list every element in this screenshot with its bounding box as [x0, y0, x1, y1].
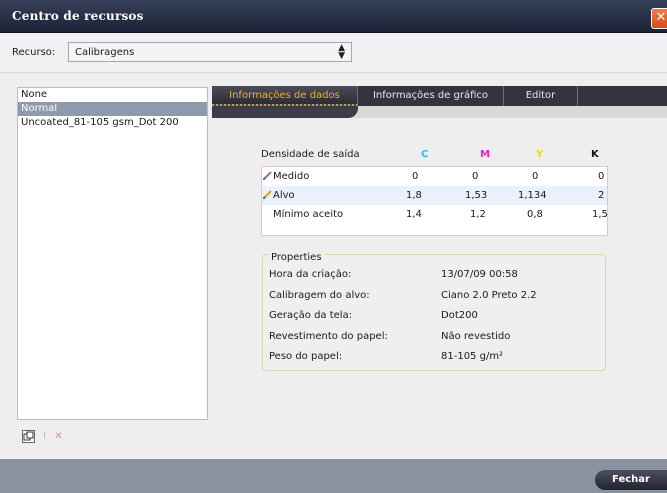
delete-icon[interactable]: ✕ [52, 430, 65, 443]
pencil-icon [263, 190, 272, 202]
close-window-button[interactable]: ✕ [651, 8, 667, 29]
density-row-target: Alvo 1,8 1,53 1,134 2 [262, 186, 607, 205]
properties-legend: Properties [269, 252, 324, 263]
value-m[interactable]: 1,2 [470, 209, 486, 220]
density-body: Medido 0 0 0 0 Alvo 1,8 1,53 1,134 2 Mín… [261, 166, 608, 236]
resource-center-window: Centro de recursos ✕ Recurso: Calibragen… [0, 0, 667, 493]
duplicate-icon[interactable] [22, 430, 35, 443]
density-header: Densidade de saída C M Y K [258, 144, 608, 166]
resource-select[interactable]: Calibragens ▲ ▼ [68, 42, 352, 62]
channel-m: M [480, 149, 490, 160]
property-key: Calibragem do alvo: [269, 290, 370, 301]
pencil-icon [263, 171, 272, 183]
row-label: Medido [273, 171, 310, 182]
value-y: 0 [532, 171, 539, 182]
property-value: Ciano 2.0 Preto 2.2 [441, 290, 537, 301]
resource-label: Recurso: [12, 47, 56, 58]
value-k[interactable]: 1,5 [592, 209, 608, 220]
tab-data-info[interactable]: Informações de dados [212, 86, 358, 106]
value-y[interactable]: 0,8 [527, 209, 543, 220]
list-item-selected[interactable]: Normal [18, 102, 207, 116]
resource-toolbar: Recurso: Calibragens ▲ ▼ [0, 33, 667, 73]
property-value: 13/07/09 00:58 [441, 269, 518, 280]
resource-select-value: Calibragens [75, 47, 135, 58]
property-value: 81-105 g/m² [441, 351, 504, 362]
tab-curl [212, 106, 358, 118]
value-y[interactable]: 1,134 [518, 190, 547, 201]
value-m: 0 [472, 171, 479, 182]
channel-k: K [591, 149, 599, 160]
title-bar: Centro de recursos ✕ [0, 0, 667, 33]
tab-bar: Informações de dados Informações de gráf… [212, 86, 667, 106]
value-c[interactable]: 1,4 [406, 209, 422, 220]
tab-graph-info[interactable]: Informações de gráfico [358, 86, 504, 106]
density-title: Densidade de saída [261, 149, 360, 160]
close-button[interactable]: Fechar [595, 470, 667, 490]
row-label: Alvo [273, 190, 295, 201]
value-k: 0 [598, 171, 605, 182]
list-item[interactable]: Uncoated_81-105 gsm_Dot 200 [18, 116, 207, 130]
properties-group: Properties Hora da criação: 13/07/09 00:… [262, 252, 606, 371]
list-item[interactable]: None [18, 88, 207, 102]
tab-editor[interactable]: Editor [504, 86, 578, 106]
channel-y: Y [536, 149, 544, 160]
rename-icon[interactable]: I [38, 430, 51, 443]
value-k[interactable]: 2 [598, 190, 604, 201]
footer-bar [0, 459, 667, 493]
channel-c: C [421, 149, 429, 160]
property-key: Geração da tela: [269, 310, 353, 321]
updown-arrows-icon: ▲ ▼ [338, 43, 345, 61]
density-row-measured: Medido 0 0 0 0 [262, 167, 607, 186]
window-title: Centro de recursos [12, 9, 144, 23]
calibration-list: None Normal Uncoated_81-105 gsm_Dot 200 [17, 87, 208, 420]
property-value: Dot200 [441, 310, 478, 321]
property-key: Revestimento do papel: [269, 331, 388, 342]
property-key: Peso do papel: [269, 351, 343, 362]
value-m[interactable]: 1,53 [465, 190, 487, 201]
tab-underbar [212, 106, 667, 118]
property-value: Não revestido [441, 331, 511, 342]
density-row-minimum: Mínimo aceito 1,4 1,2 0,8 1,5 [262, 205, 608, 224]
value-c[interactable]: 1,8 [406, 190, 422, 201]
property-key: Hora da criação: [269, 269, 352, 280]
value-c: 0 [412, 171, 419, 182]
row-label: Mínimo aceito [273, 209, 344, 220]
